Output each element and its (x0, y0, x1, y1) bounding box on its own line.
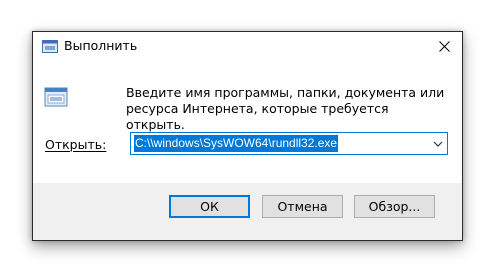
cancel-button[interactable]: Отмена (262, 195, 343, 218)
close-icon (438, 41, 450, 52)
dialog-body: Введите имя программы, папки, документа … (33, 61, 462, 183)
open-combobox[interactable]: C:\\windows\SysWOW64\rundll32.exe (130, 132, 448, 155)
window-title: Выполнить (64, 38, 138, 53)
ok-button[interactable]: ОК (169, 195, 250, 218)
run-icon (44, 87, 68, 107)
desktop-background: Выполнить Введите имя программы, папки, … (0, 0, 495, 272)
run-app-icon (42, 40, 58, 53)
open-input-value[interactable]: C:\\windows\SysWOW64\rundll32.exe (134, 135, 339, 152)
open-label: Открыть: (45, 137, 107, 152)
run-dialog: Выполнить Введите имя программы, папки, … (32, 31, 463, 241)
dialog-description: Введите имя программы, папки, документа … (126, 85, 445, 132)
browse-button[interactable]: Обзор... (354, 195, 435, 218)
close-button[interactable] (426, 32, 462, 61)
chevron-down-icon[interactable] (433, 139, 443, 149)
title-bar[interactable]: Выполнить (33, 32, 462, 61)
